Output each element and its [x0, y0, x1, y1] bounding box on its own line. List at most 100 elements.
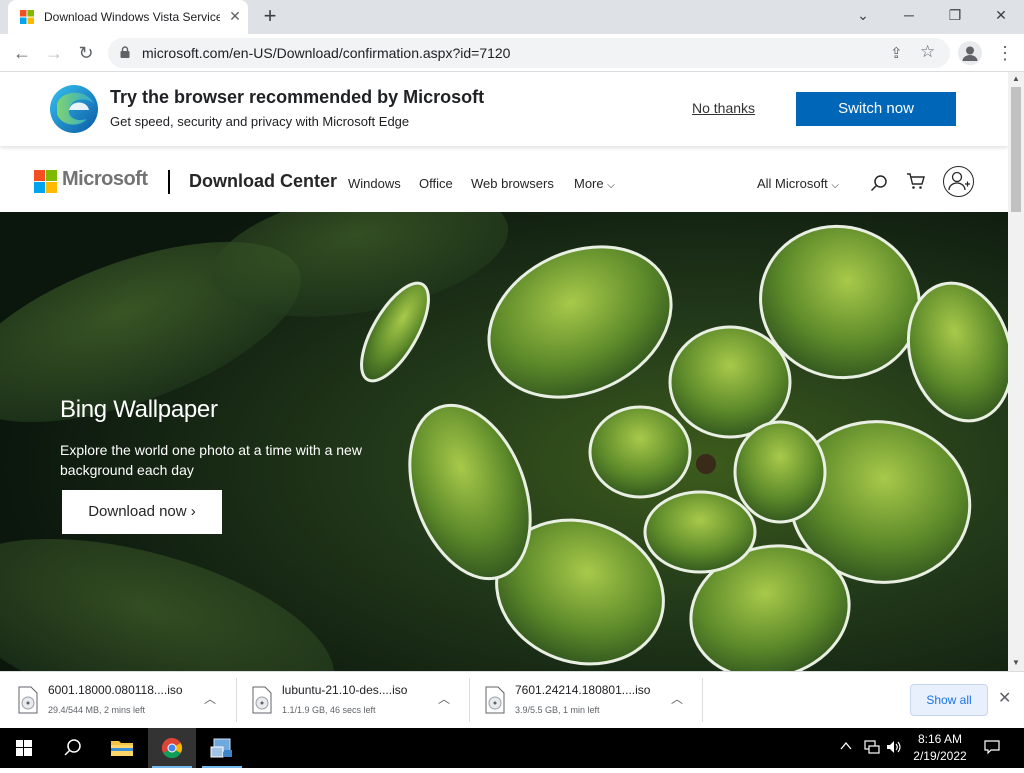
all-microsoft-menu[interactable]: All Microsoft ⌵ [757, 176, 839, 191]
share-icon[interactable]: ⇪ [890, 44, 903, 62]
installer-button[interactable] [198, 728, 246, 768]
minimize-button[interactable]: ─ [886, 0, 932, 30]
search-icon [64, 739, 81, 756]
no-thanks-link[interactable]: No thanks [692, 100, 755, 116]
all-microsoft-label: All Microsoft [757, 176, 828, 191]
lock-icon [120, 46, 130, 58]
download-shelf: 6001.18000.080118....iso 29.4/544 MB, 2 … [0, 671, 1024, 728]
start-icon [16, 740, 32, 756]
plus-icon: + [263, 3, 277, 28]
file-iso-icon [252, 686, 272, 714]
forward-button[interactable]: → [41, 40, 67, 66]
search-icon[interactable] [870, 174, 888, 192]
more-vert-icon[interactable]: ⋮ [996, 41, 1014, 65]
download-item[interactable]: 6001.18000.080118....iso 29.4/544 MB, 2 … [0, 678, 233, 722]
site-header: Microsoft Download Center Windows Office… [0, 146, 1008, 212]
tab-strip: Download Windows Vista Service ✕ + ⌄ ─ ❐… [0, 0, 1024, 34]
download-now-button[interactable]: Download now › [62, 490, 222, 534]
download-filename: lubuntu-21.10-des....iso [282, 683, 408, 697]
window-close-button[interactable]: ✕ [978, 0, 1024, 30]
account-icon[interactable] [943, 166, 974, 197]
chevron-up-icon[interactable]: ︿ [438, 690, 450, 707]
back-button[interactable]: ← [9, 40, 35, 66]
restore-button[interactable]: ❐ [932, 0, 978, 30]
url-text[interactable]: microsoft.com/en-US/Download/confirmatio… [142, 45, 510, 61]
download-now-label: Download now [88, 503, 187, 520]
notification-icon[interactable] [984, 740, 1000, 754]
chevron-up-icon[interactable]: ︿ [671, 690, 683, 707]
restore-icon: ❐ [948, 7, 962, 23]
chevron-up-icon[interactable]: ︿ [204, 690, 216, 707]
back-icon: ← [13, 43, 31, 63]
new-tab-button[interactable]: + [258, 5, 282, 29]
nav-more[interactable]: More ⌵ [574, 176, 615, 191]
network-icon[interactable] [864, 740, 880, 754]
installer-icon [210, 738, 232, 758]
close-icon: ✕ [995, 7, 1007, 23]
edge-banner-subtitle: Get speed, security and privacy with Mic… [110, 114, 410, 129]
nav-more-label: More [574, 176, 604, 191]
microsoft-logo-icon[interactable] [34, 170, 57, 193]
switch-now-button[interactable]: Switch now [796, 92, 956, 126]
chevron-down-icon: ⌵ [607, 180, 615, 191]
nav-web-browsers[interactable]: Web browsers [471, 176, 554, 191]
profile-icon[interactable] [958, 41, 982, 65]
download-item[interactable]: 7601.24214.180801....iso 3.9/5.5 GB, 1 m… [467, 678, 700, 722]
file-explorer-button[interactable] [98, 728, 146, 768]
close-icon[interactable]: ✕ [998, 688, 1011, 708]
close-icon[interactable]: ✕ [226, 7, 244, 25]
chevron-down-icon: ⌵ [831, 180, 840, 191]
web-page: Try the browser recommended by Microsoft… [0, 72, 1008, 671]
address-bar[interactable]: microsoft.com/en-US/Download/confirmatio… [108, 38, 950, 68]
chevron-down-icon: ⌄ [857, 7, 869, 23]
edge-promo-banner: Try the browser recommended by Microsoft… [0, 72, 1008, 146]
scroll-down-icon[interactable]: ▼ [1012, 658, 1020, 667]
edge-banner-title: Try the browser recommended by Microsoft [110, 87, 485, 107]
download-item[interactable]: lubuntu-21.10-des....iso 1.1/1.9 GB, 46 … [234, 678, 467, 722]
search-button[interactable] [48, 728, 96, 768]
chevron-right-icon: › [190, 503, 196, 520]
hero-banner: Bing Wallpaper Explore the world one pho… [0, 212, 1008, 671]
download-center-title[interactable]: Download Center [189, 171, 337, 192]
nav-windows[interactable]: Windows [348, 176, 401, 191]
star-icon[interactable]: ☆ [920, 42, 935, 62]
reload-button[interactable]: ↻ [73, 40, 99, 66]
taskbar: 8:16 AM 2/19/2022 [0, 728, 1024, 768]
microsoft-brand-text[interactable]: Microsoft [62, 168, 148, 191]
header-divider [168, 170, 170, 194]
browser-tab[interactable]: Download Windows Vista Service ✕ [8, 0, 248, 34]
chevron-up-icon[interactable] [840, 740, 852, 752]
browser-toolbar: ← → ↻ microsoft.com/en-US/Download/confi… [0, 34, 1024, 72]
file-explorer-icon [111, 741, 133, 756]
download-status: 3.9/5.5 GB, 1 min left [515, 705, 600, 715]
chrome-icon [161, 737, 183, 759]
scrollbar-thumb[interactable] [1011, 87, 1021, 212]
start-button[interactable] [0, 728, 48, 768]
download-filename: 7601.24214.180801....iso [515, 683, 651, 697]
profile-avatar-icon [962, 46, 978, 61]
page-scrollbar[interactable]: ▲ ▼ [1008, 72, 1024, 671]
hero-title: Bing Wallpaper [60, 396, 218, 423]
download-status: 29.4/544 MB, 2 mins left [48, 705, 146, 715]
minimize-icon: ─ [904, 7, 914, 23]
chrome-button[interactable] [148, 728, 196, 768]
volume-icon[interactable] [886, 740, 902, 754]
account-person-icon [948, 171, 970, 191]
hero-description: Explore the world one photo at a time wi… [60, 442, 362, 478]
download-status: 1.1/1.9 GB, 46 secs left [282, 705, 376, 715]
microsoft-favicon-icon [20, 10, 34, 24]
tab-title: Download Windows Vista Service [44, 10, 220, 24]
nav-office[interactable]: Office [419, 176, 453, 191]
scroll-up-icon[interactable]: ▲ [1012, 74, 1020, 83]
reload-icon: ↻ [78, 43, 94, 63]
show-all-button[interactable]: Show all [910, 684, 988, 716]
edge-logo-icon [50, 85, 98, 133]
download-filename: 6001.18000.080118....iso [48, 683, 183, 697]
clock-date[interactable]: 2/19/2022 [908, 749, 972, 763]
divider [702, 678, 703, 722]
forward-icon: → [45, 43, 63, 63]
clock-time[interactable]: 8:16 AM [912, 732, 968, 746]
file-iso-icon [485, 686, 505, 714]
cart-icon[interactable] [906, 171, 926, 191]
tab-search-button[interactable]: ⌄ [840, 0, 886, 30]
